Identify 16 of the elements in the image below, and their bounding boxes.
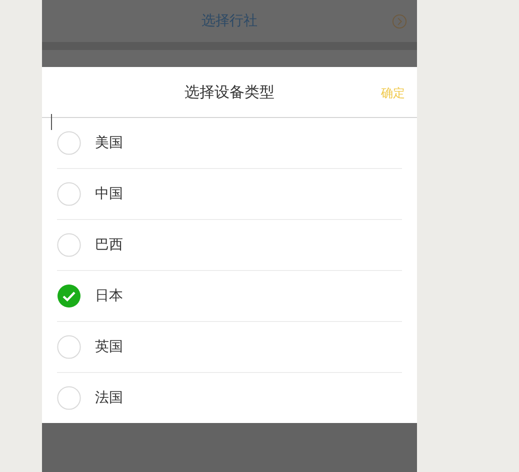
radio-icon[interactable] (57, 182, 81, 206)
radio-icon[interactable] (57, 131, 81, 155)
option-label[interactable]: 日本 (95, 287, 123, 305)
sheet-title: 选择设备类型 (184, 82, 274, 102)
option-label[interactable]: 英国 (95, 338, 123, 356)
option-label[interactable]: 中国 (95, 185, 123, 203)
option-label[interactable]: 美国 (95, 134, 123, 152)
radio-icon[interactable] (57, 386, 81, 410)
checked-radio-icon[interactable] (57, 284, 81, 308)
row-label: 选择行社 (202, 12, 258, 30)
radio-icon[interactable] (57, 335, 81, 359)
chevron-icon (392, 14, 407, 29)
option-label[interactable]: 法国 (95, 389, 123, 407)
option-label[interactable]: 巴西 (95, 236, 123, 254)
radio-icon[interactable] (57, 233, 81, 257)
text-cursor (51, 114, 52, 130)
